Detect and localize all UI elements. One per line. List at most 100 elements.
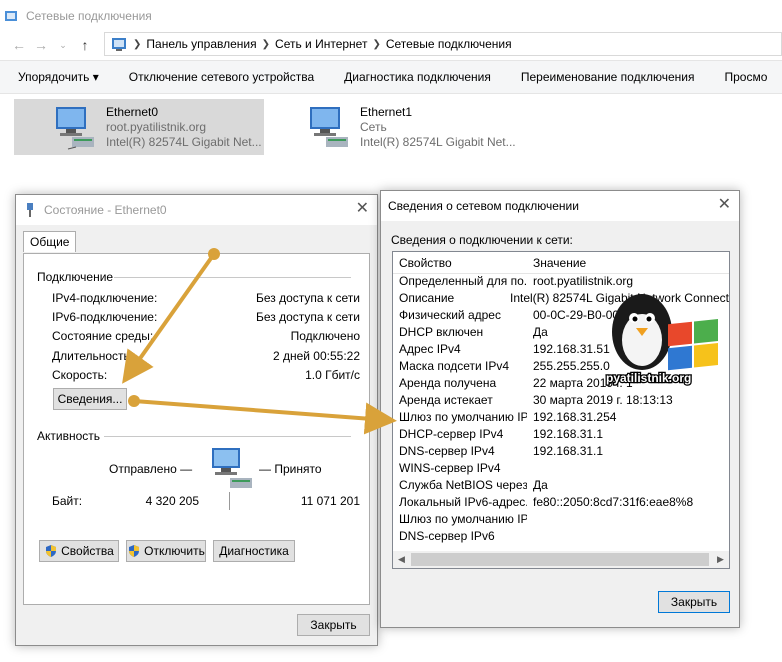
status-tabs: Общие (23, 231, 77, 253)
diagnose-connection-button[interactable]: Диагностика подключения (329, 70, 506, 84)
close-icon[interactable]: ✕ (356, 201, 369, 217)
network-adapter-icon (56, 107, 94, 150)
value-cell: 192.168.31.1 (533, 444, 604, 458)
scroll-left-icon[interactable]: ◀ (393, 554, 410, 565)
list-item[interactable]: Локальный IPv6-адрес... fe80::2050:8cd7:3… (393, 495, 729, 512)
adapter-network: root.pyatilistnik.org (106, 120, 207, 134)
scroll-right-icon[interactable]: ▶ (712, 554, 729, 565)
property-cell: Служба NetBIOS черeз... (399, 478, 527, 492)
breadcrumb-separator-icon: ❯ (133, 38, 142, 50)
adapter-name: Ethernet1 (360, 105, 413, 119)
ipv6-value: Без доступа к сети (256, 310, 360, 324)
property-cell: Локальный IPv6-адрес... (399, 495, 527, 509)
list-item[interactable]: DHCP-сервер IPv4 192.168.31.1 (393, 427, 729, 444)
bytes-received-value: 11 071 201 (300, 494, 360, 508)
details-caption: Сведения о подключении к сети: (391, 233, 573, 247)
column-header-property[interactable]: Свойство (393, 252, 527, 273)
up-arrow-icon[interactable]: ↑ (74, 34, 96, 56)
close-icon[interactable]: ✕ (718, 197, 731, 213)
property-cell: Физический адрес (399, 308, 501, 322)
duration-value: 2 дней 00:55:22 (272, 349, 360, 363)
details-dialog-title: Сведения о сетевом подключении (388, 199, 579, 213)
recent-dropdown-icon[interactable]: ⌄ (52, 34, 74, 56)
property-cell: Определенный для по... (399, 274, 527, 288)
sent-label: Отправлено — (109, 462, 193, 476)
ipv4-label: IPv4-подключение: (52, 291, 158, 305)
list-item[interactable]: Служба NetBIOS черeз... Да (393, 478, 729, 495)
pyatilistnik-logo-icon: pyatilistnik.org (605, 294, 718, 386)
forward-arrow-icon[interactable]: → (30, 34, 52, 56)
adapter-ethernet1[interactable]: Ethernet1 Сеть Intel(R) 82574L Gigabit N… (268, 99, 528, 155)
general-tab-panel: Подключение IPv4-подключение: Без доступ… (23, 253, 370, 605)
media-state-value: Подключено (290, 329, 360, 343)
breadcrumb-separator-icon: ❯ (261, 38, 271, 50)
list-item[interactable]: Шлюз по умолчанию IP... 192.168.31.254 (393, 410, 729, 427)
list-item[interactable]: DNS-сервер IPv6 (393, 529, 729, 546)
property-cell: DNS-сервер IPv4 (399, 444, 495, 458)
command-bar: Упорядочить ▾ Отключение сетевого устрой… (0, 60, 782, 94)
received-label: — Принято (259, 462, 322, 476)
disable-button[interactable]: Отключить (126, 540, 206, 562)
group-divider (104, 436, 351, 437)
property-cell: Аренда получена (399, 376, 497, 390)
value-cell (527, 529, 533, 546)
logo-text: pyatilistnik.org (606, 371, 691, 385)
window-titlebar: Сетевые подключения (0, 0, 782, 32)
value-cell (527, 461, 533, 478)
property-cell: Шлюз по умолчанию IP... (399, 512, 527, 526)
adapter-ethernet0[interactable]: Ethernet0 root.pyatilistnik.org Intel(R)… (14, 99, 264, 155)
details-close-button[interactable]: Закрыть (658, 591, 730, 613)
diagnose-button-label: Диагностика (219, 544, 289, 558)
adapter-device: Intel(R) 82574L Gigabit Net... (106, 135, 262, 149)
network-connections-icon (5, 11, 17, 21)
address-field[interactable]: ❯ Панель управления ❯ Сеть и Интернет ❯ … (104, 32, 782, 56)
speed-value: 1.0 Гбит/с (305, 368, 360, 382)
details-dialog: Сведения о сетевом подключении ✕ Сведени… (380, 190, 740, 628)
close-button[interactable]: Закрыть (297, 614, 370, 636)
property-cell: Маска подсети IPv4 (399, 359, 510, 373)
property-cell: Адрес IPv4 (399, 342, 461, 356)
shield-icon (129, 545, 140, 557)
details-button[interactable]: Сведения... (53, 388, 127, 410)
duration-label: Длительность: (52, 349, 134, 363)
list-header: Свойство Значение (393, 252, 729, 274)
list-item[interactable]: Шлюз по умолчанию IP... (393, 512, 729, 529)
media-state-label: Состояние среды: (52, 329, 154, 343)
control-panel-icon (112, 38, 126, 51)
property-cell: Шлюз по умолчанию IP... (399, 410, 527, 424)
rename-connection-button[interactable]: Переименование подключения (506, 70, 710, 84)
activity-group-label: Активность (37, 429, 101, 443)
horizontal-scrollbar[interactable]: ◀ ▶ (393, 551, 729, 568)
disable-device-button[interactable]: Отключение сетевого устройства (114, 70, 329, 84)
details-button-label: Сведения... (57, 392, 123, 406)
organize-menu[interactable]: Упорядочить ▾ (0, 70, 114, 84)
list-item[interactable]: DNS-сервер IPv4 192.168.31.1 (393, 444, 729, 461)
breadcrumb-network-internet[interactable]: Сеть и Интернет (275, 37, 367, 51)
adapter-device: Intel(R) 82574L Gigabit Net... (360, 135, 516, 149)
value-cell: 192.168.31.1 (533, 427, 604, 441)
shield-icon (46, 545, 57, 557)
back-arrow-icon[interactable]: ← (8, 34, 30, 56)
ipv4-value: Без доступа к сети (256, 291, 360, 305)
network-activity-icon (212, 448, 252, 488)
value-cell: Да (533, 325, 548, 339)
window-title: Сетевые подключения (26, 9, 152, 23)
adapter-name: Ethernet0 (106, 105, 159, 119)
properties-button[interactable]: Свойства (39, 540, 119, 562)
close-button-label: Закрыть (310, 618, 357, 632)
list-item[interactable]: WINS-сервер IPv4 (393, 461, 729, 478)
breadcrumb-control-panel[interactable]: Панель управления (146, 37, 256, 51)
column-header-value[interactable]: Значение (527, 252, 586, 273)
ipv6-label: IPv6-подключение: (52, 310, 158, 324)
tab-general[interactable]: Общие (23, 231, 77, 252)
value-cell: fe80::2050:8cd7:31f6:eae8%8 (533, 495, 694, 509)
details-dialog-titlebar: Сведения о сетевом подключении ✕ (381, 191, 739, 221)
properties-button-label: Свойства (61, 544, 114, 558)
view-status-button[interactable]: Просмо (709, 70, 782, 84)
scrollbar-thumb[interactable] (411, 553, 709, 566)
property-cell: DHCP-сервер IPv4 (399, 427, 504, 441)
breadcrumb-network-connections[interactable]: Сетевые подключения (386, 37, 512, 51)
status-dialog-titlebar: Состояние - Ethernet0 ✕ (16, 195, 377, 225)
diagnose-button[interactable]: Диагностика (213, 540, 295, 562)
value-cell: 192.168.31.254 (533, 410, 617, 424)
